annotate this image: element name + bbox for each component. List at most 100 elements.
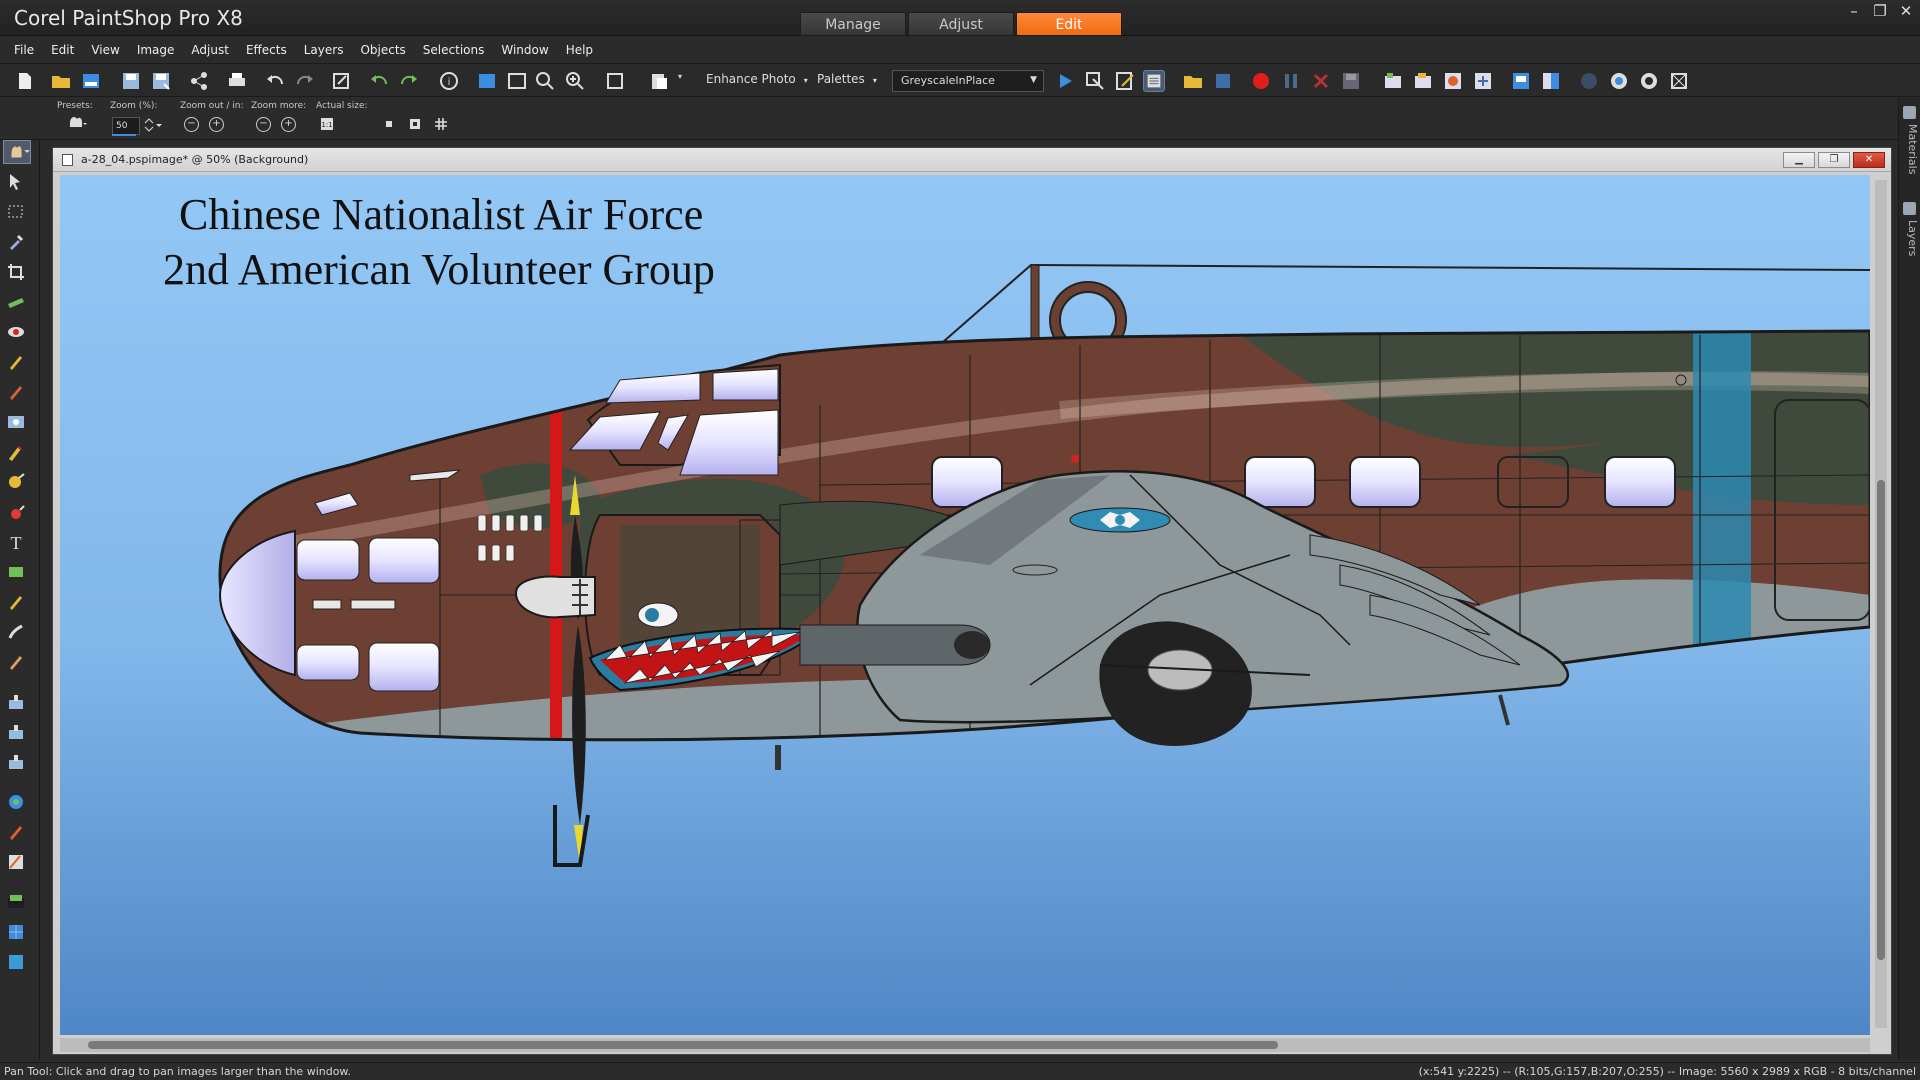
web-icon[interactable]: [1608, 70, 1630, 92]
script-tool-4-icon[interactable]: [6, 792, 26, 812]
paste-icon[interactable]: [648, 70, 670, 92]
share-icon[interactable]: [188, 70, 210, 92]
layers-palette-icon[interactable]: [1903, 202, 1916, 215]
script-tool-1-icon[interactable]: [6, 692, 26, 712]
flood-fill-icon[interactable]: [6, 502, 26, 522]
save-icon[interactable]: [120, 70, 142, 92]
mesh-warp-icon[interactable]: [6, 652, 26, 672]
selection-tool-icon[interactable]: [6, 202, 26, 222]
script-output-icon[interactable]: [1143, 70, 1165, 92]
run-script-icon[interactable]: [1054, 70, 1076, 92]
pen-tool-icon[interactable]: [6, 592, 26, 612]
zoom-input[interactable]: 50: [112, 117, 140, 135]
menu-effects[interactable]: Effects: [246, 43, 287, 57]
script-select[interactable]: GreyscaleInPlace ▼: [892, 70, 1044, 92]
help-circle-icon[interactable]: [1638, 70, 1660, 92]
script-tool-9-icon[interactable]: [6, 952, 26, 972]
red-eye-tool-icon[interactable]: [6, 322, 26, 342]
new-file-icon[interactable]: [14, 70, 36, 92]
menu-image[interactable]: Image: [137, 43, 175, 57]
tab-edit[interactable]: Edit: [1016, 12, 1122, 36]
fit-selection-icon[interactable]: [434, 117, 448, 131]
menu-help[interactable]: Help: [566, 43, 593, 57]
fit-window-icon[interactable]: [476, 70, 498, 92]
horizontal-scrollbar[interactable]: [60, 1038, 1870, 1052]
rectangle-tool-icon[interactable]: [6, 562, 26, 582]
restore-button[interactable]: ❐: [1872, 2, 1888, 20]
undo-icon[interactable]: [264, 70, 286, 92]
script-tool-2-icon[interactable]: [6, 722, 26, 742]
save-script-icon[interactable]: [1340, 70, 1362, 92]
view-icon-1[interactable]: [1510, 70, 1532, 92]
script-tool-6-icon[interactable]: [6, 852, 26, 872]
zoom-out-icon[interactable]: −: [184, 117, 199, 132]
zoom-slider[interactable]: [112, 134, 136, 136]
resize-icon[interactable]: [330, 70, 352, 92]
text-tool-icon[interactable]: T: [6, 532, 26, 552]
script-tool-3-icon[interactable]: [6, 752, 26, 772]
straighten-tool-icon[interactable]: [6, 292, 26, 312]
script-tool-7-icon[interactable]: [6, 892, 26, 912]
paste-dropdown-arrow[interactable]: ▾: [678, 72, 682, 81]
customize-icon[interactable]: [1668, 70, 1690, 92]
minimize-button[interactable]: –: [1846, 2, 1862, 20]
pan-tool-icon[interactable]: [3, 140, 31, 164]
browse-icon[interactable]: [80, 70, 102, 92]
image-restore-button[interactable]: ❐: [1818, 152, 1850, 168]
print-icon[interactable]: [226, 70, 248, 92]
pause-script-icon[interactable]: [1280, 70, 1302, 92]
dodge-tool-icon[interactable]: [6, 472, 26, 492]
save-as-icon[interactable]: [150, 70, 172, 92]
layer-icon-4[interactable]: [1472, 70, 1494, 92]
pick-tool-icon[interactable]: [6, 172, 26, 192]
close-button[interactable]: ✕: [1898, 2, 1914, 20]
cancel-script-icon[interactable]: [1310, 70, 1332, 92]
fit-window-icon[interactable]: [408, 117, 422, 131]
reapply-icon[interactable]: [398, 70, 420, 92]
open-folder-icon[interactable]: [50, 70, 72, 92]
layers-tab[interactable]: Layers: [1901, 220, 1919, 256]
menu-edit[interactable]: Edit: [51, 43, 74, 57]
script-step-icon[interactable]: [1084, 70, 1106, 92]
layer-icon-3[interactable]: [1442, 70, 1464, 92]
image-minimize-button[interactable]: ▁: [1783, 152, 1815, 168]
script-tool-8-icon[interactable]: [6, 922, 26, 942]
enhance-photo-button[interactable]: Enhance Photo ▾: [706, 72, 808, 86]
view-icon-2[interactable]: [1540, 70, 1562, 92]
actual-size-icon[interactable]: 1:1: [320, 117, 334, 131]
horizontal-scroll-thumb[interactable]: [88, 1041, 1278, 1049]
crop-tool-icon[interactable]: [6, 262, 26, 282]
full-screen-icon[interactable]: [506, 70, 528, 92]
info-icon[interactable]: i: [438, 70, 460, 92]
script-tool-5-icon[interactable]: [6, 822, 26, 842]
menu-selections[interactable]: Selections: [423, 43, 485, 57]
zoom-in-icon[interactable]: [564, 70, 586, 92]
menu-objects[interactable]: Objects: [360, 43, 405, 57]
fit-image-icon[interactable]: [382, 117, 396, 131]
paint-brush-icon[interactable]: [6, 442, 26, 462]
stop-script-icon[interactable]: [1212, 70, 1234, 92]
actual-size-icon[interactable]: [604, 70, 626, 92]
zoom-spinner-icon[interactable]: [142, 115, 162, 135]
zoom-more-out-icon[interactable]: −: [256, 117, 271, 132]
layer-icon-2[interactable]: [1412, 70, 1434, 92]
layer-icon-1[interactable]: [1382, 70, 1404, 92]
image-close-button[interactable]: ✕: [1853, 152, 1885, 168]
menu-layers[interactable]: Layers: [304, 43, 344, 57]
menu-file[interactable]: File: [14, 43, 34, 57]
dropper-tool-icon[interactable]: [6, 232, 26, 252]
record-script-icon[interactable]: [1250, 70, 1272, 92]
tab-manage[interactable]: Manage: [800, 12, 906, 36]
warp-brush-icon[interactable]: [6, 622, 26, 642]
menu-window[interactable]: Window: [501, 43, 548, 57]
makeover-tool-icon[interactable]: [6, 352, 26, 372]
zoom-out-icon[interactable]: [534, 70, 556, 92]
globe-icon[interactable]: [1578, 70, 1600, 92]
open-script-folder-icon[interactable]: [1182, 70, 1204, 92]
redo-icon[interactable]: [294, 70, 316, 92]
materials-tab[interactable]: Materials: [1901, 124, 1919, 174]
clone-brush-icon[interactable]: [6, 382, 26, 402]
revert-icon[interactable]: [368, 70, 390, 92]
image-canvas[interactable]: Chinese Nationalist Air Force 2nd Americ…: [60, 175, 1870, 1035]
vertical-scroll-thumb[interactable]: [1877, 480, 1885, 960]
